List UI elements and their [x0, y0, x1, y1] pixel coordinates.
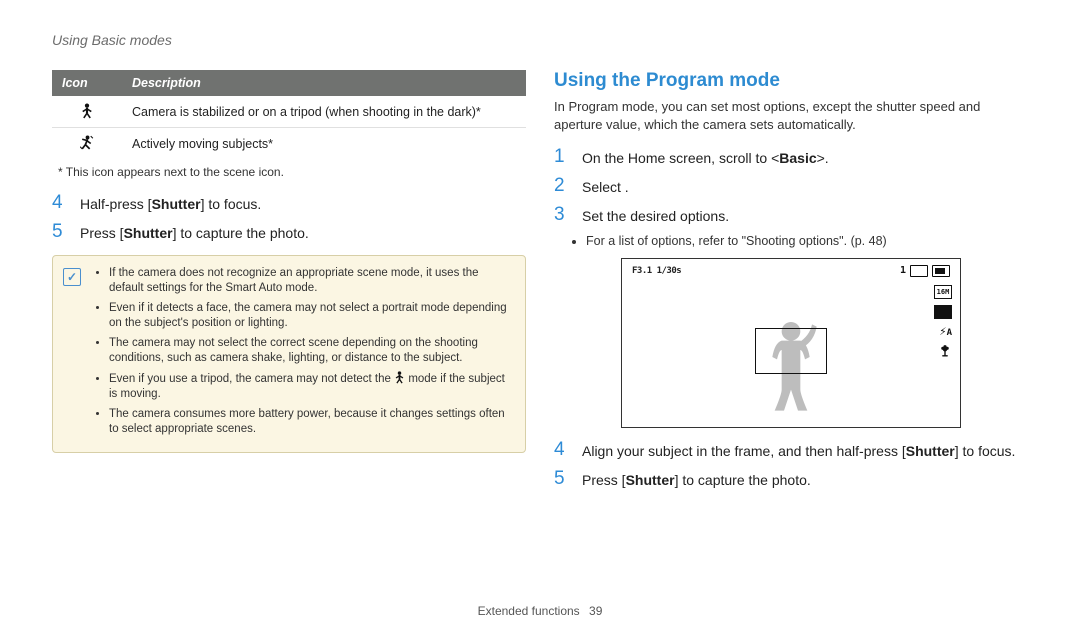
- right-column: Using the Program mode In Program mode, …: [554, 70, 1028, 498]
- icon-description: Camera is stabilized or on a tripod (whe…: [122, 96, 526, 128]
- step-text: Press [Shutter] to capture the photo.: [80, 222, 526, 243]
- table-row: Actively moving subjects*: [52, 128, 526, 160]
- page-number: 39: [589, 604, 602, 618]
- focus-rectangle: [755, 328, 827, 374]
- step-text: Half-press [Shutter] to focus.: [80, 193, 526, 214]
- step-number: 5: [52, 222, 68, 243]
- preview-right-icons: 16M ⚡A: [934, 285, 952, 358]
- step-text: Align your subject in the frame, and the…: [582, 440, 1028, 461]
- note-item: The camera consumes more battery power, …: [109, 407, 511, 438]
- right-steps: 1 On the Home screen, scroll to <Basic>.…: [554, 147, 1028, 226]
- col-header-icon: Icon: [52, 70, 122, 96]
- note-item: Even if it detects a face, the camera ma…: [109, 301, 511, 332]
- step-text: Set the desired options.: [582, 205, 1028, 226]
- step3-subnote: For a list of options, refer to "Shootin…: [554, 234, 1028, 248]
- note-item: The camera may not select the correct sc…: [109, 336, 511, 367]
- note-box: ✓ If the camera does not recognize an ap…: [52, 255, 526, 453]
- step-text: Select .: [582, 176, 1028, 197]
- page-header: Using Basic modes: [52, 32, 1028, 48]
- step-number: 1: [554, 147, 570, 168]
- section-intro: In Program mode, you can set most option…: [554, 98, 1028, 133]
- tripod-icon: [80, 103, 94, 119]
- storage-icon: [910, 265, 928, 277]
- right-steps-cont: 4 Align your subject in the frame, and t…: [554, 440, 1028, 490]
- step-number: 5: [554, 469, 570, 490]
- note-item: If the camera does not recognize an appr…: [109, 266, 511, 297]
- macro-icon: [938, 344, 952, 358]
- image-size-badge: 16M: [934, 285, 952, 299]
- camera-preview-illustration: F3.1 1/30s 1 16M ⚡A: [621, 258, 961, 428]
- step-number: 4: [554, 440, 570, 461]
- step3-subnote-text: For a list of options, refer to "Shootin…: [586, 234, 1028, 248]
- shot-count: 1: [900, 266, 906, 276]
- exposure-readout: F3.1 1/30s: [632, 267, 681, 276]
- footer-section: Extended functions: [478, 604, 580, 618]
- tripod-icon: [394, 371, 405, 384]
- note-icon: ✓: [63, 268, 81, 286]
- left-column: Icon Description Camera is stabilized or…: [52, 70, 526, 498]
- preview-top-right: 1: [900, 265, 950, 277]
- step-number: 4: [52, 193, 68, 214]
- step-number: 3: [554, 205, 570, 226]
- page-footer: Extended functions 39: [0, 604, 1080, 618]
- flash-auto-icon: ⚡A: [939, 325, 952, 338]
- col-header-description: Description: [122, 70, 526, 96]
- table-footnote: * This icon appears next to the scene ic…: [58, 165, 526, 179]
- moving-subject-icon: [80, 135, 94, 151]
- icon-description-table: Icon Description Camera is stabilized or…: [52, 70, 526, 159]
- note-item: Even if you use a tripod, the camera may…: [109, 371, 511, 403]
- note-list: If the camera does not recognize an appr…: [93, 266, 511, 442]
- table-row: Camera is stabilized or on a tripod (whe…: [52, 96, 526, 128]
- quality-icon: [934, 305, 952, 319]
- battery-icon: [932, 265, 950, 277]
- step-text: On the Home screen, scroll to <Basic>.: [582, 147, 1028, 168]
- section-heading: Using the Program mode: [554, 70, 1028, 92]
- left-steps: 4 Half-press [Shutter] to focus. 5 Press…: [52, 193, 526, 243]
- step-number: 2: [554, 176, 570, 197]
- step-text: Press [Shutter] to capture the photo.: [582, 469, 1028, 490]
- icon-description: Actively moving subjects*: [122, 128, 526, 160]
